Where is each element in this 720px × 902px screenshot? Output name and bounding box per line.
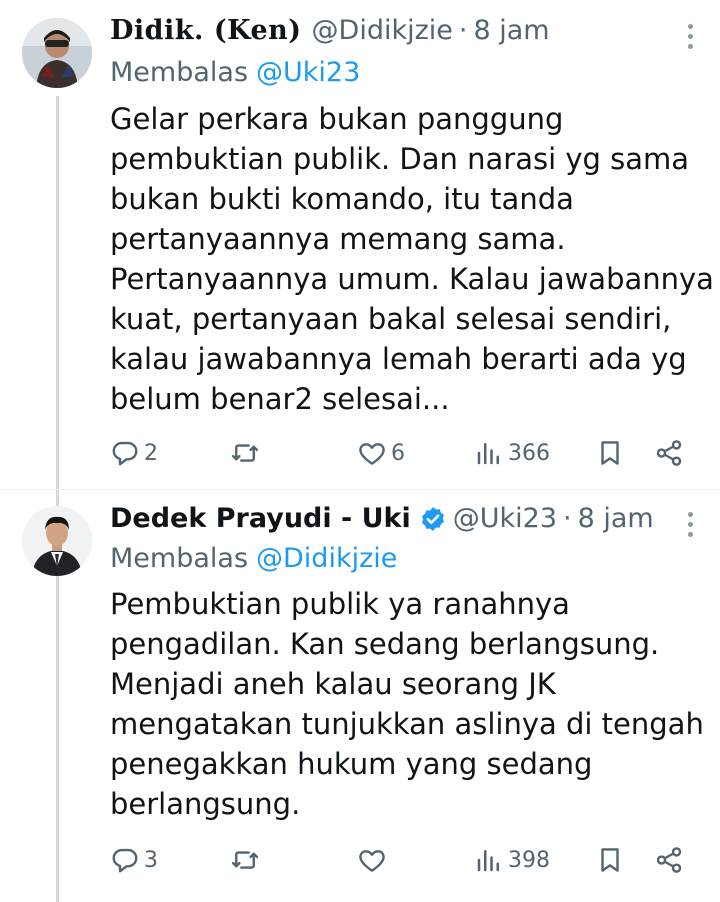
tweet-dedek[interactable]: Dedek Prayudi - Uki @Uki23 · 8 jam Memba…	[0, 490, 720, 902]
avatar-image	[22, 18, 92, 88]
tweet-text-line: mengatakan tunjukkan aslinya di tengah	[110, 707, 704, 741]
tweet-didik[interactable]: Didik. (Ken) @Didikjzie · 8 jam Membalas…	[0, 0, 720, 490]
views-count: 398	[508, 847, 550, 873]
views-count: 366	[508, 440, 550, 466]
more-icon[interactable]	[688, 512, 694, 542]
verified-badge-icon[interactable]	[419, 505, 447, 533]
share-icon	[656, 440, 682, 466]
bookmark-button[interactable]	[595, 433, 625, 473]
reply-context: Membalas @Didikjzie	[110, 542, 397, 576]
tweet-text-line: Pertanyaannya umum. Kalau jawabannya	[110, 262, 714, 296]
tweet-text: Gelar perkara bukan panggung pembuktian …	[110, 99, 714, 419]
display-name[interactable]: Didik. (Ken)	[110, 14, 302, 48]
avatar-image	[22, 506, 92, 576]
like-button[interactable]	[357, 840, 391, 880]
reply-mention[interactable]: @Uki23	[256, 57, 360, 88]
user-handle[interactable]: @Didikjzie	[312, 14, 453, 48]
tweet-text-line: berlangsung.	[110, 787, 301, 821]
bookmark-icon	[601, 441, 619, 465]
heart-icon	[359, 850, 385, 872]
reply-mention[interactable]: @Didikjzie	[256, 543, 397, 574]
views-icon	[477, 850, 499, 872]
tweet-text-line: pengadilan. Kan sedang berlangsung.	[110, 627, 660, 661]
tweet-text-line: Pembuktian publik ya ranahnya	[110, 587, 570, 621]
tweet-text-line: belum benar2 selesai...	[110, 382, 450, 416]
tweet-text-line: Menjadi aneh kalau seorang JK	[110, 667, 556, 701]
bookmark-button[interactable]	[595, 840, 625, 880]
avatar[interactable]	[22, 18, 92, 88]
reply-prefix: Membalas	[110, 57, 249, 88]
action-bar: 3 398	[0, 840, 720, 880]
separator: ·	[458, 15, 468, 46]
tweet-text-line: pertanyaannya memang sama.	[110, 222, 566, 256]
reply-icon	[112, 441, 138, 466]
action-bar: 2 6 366	[0, 433, 720, 473]
tweet-text-line: Gelar perkara bukan panggung	[110, 102, 564, 136]
share-button[interactable]	[654, 433, 684, 473]
repost-icon	[231, 444, 259, 462]
tweet-text-line: penegakkan hukum yang sedang	[110, 747, 593, 781]
views-icon	[477, 443, 499, 465]
tweet-header: Didik. (Ken) @Didikjzie · 8 jam	[110, 14, 550, 48]
tweet-text-line: kuat, pertanyaan bakal selesai sendiri,	[110, 302, 672, 336]
reply-context: Membalas @Uki23	[110, 56, 360, 90]
reply-button[interactable]: 2	[110, 433, 158, 473]
views-button[interactable]: 398	[474, 840, 550, 880]
share-icon	[656, 847, 682, 873]
reply-prefix: Membalas	[110, 543, 249, 574]
tweet-text-line: pembuktian publik. Dan narasi yg sama	[110, 142, 690, 176]
reply-icon	[112, 848, 138, 873]
timestamp[interactable]: 8 jam	[578, 502, 654, 536]
tweet-text-line: bukan bukti komando, itu tanda	[110, 182, 574, 216]
more-icon[interactable]	[688, 24, 694, 54]
repost-button[interactable]	[230, 840, 264, 880]
heart-icon	[359, 443, 385, 465]
separator: ·	[563, 503, 572, 534]
tweet-text: Pembuktian publik ya ranahnya pengadilan…	[110, 584, 710, 824]
reply-button[interactable]: 3	[110, 840, 158, 880]
display-name[interactable]: Dedek Prayudi - Uki	[110, 502, 411, 536]
like-button[interactable]: 6	[357, 433, 405, 473]
repost-icon	[231, 851, 259, 869]
user-handle[interactable]: @Uki23	[453, 502, 557, 536]
bookmark-icon	[601, 848, 619, 872]
views-button[interactable]: 366	[474, 433, 550, 473]
reply-count: 2	[144, 440, 158, 466]
avatar[interactable]	[22, 506, 92, 576]
reply-count: 3	[144, 847, 158, 873]
timestamp[interactable]: 8 jam	[474, 14, 550, 48]
share-button[interactable]	[654, 840, 684, 880]
like-count: 6	[391, 440, 405, 466]
repost-button[interactable]	[230, 433, 264, 473]
tweet-header: Dedek Prayudi - Uki @Uki23 · 8 jam	[110, 502, 654, 536]
tweet-text-line: kalau jawabannya lemah berarti ada yg	[110, 342, 687, 376]
